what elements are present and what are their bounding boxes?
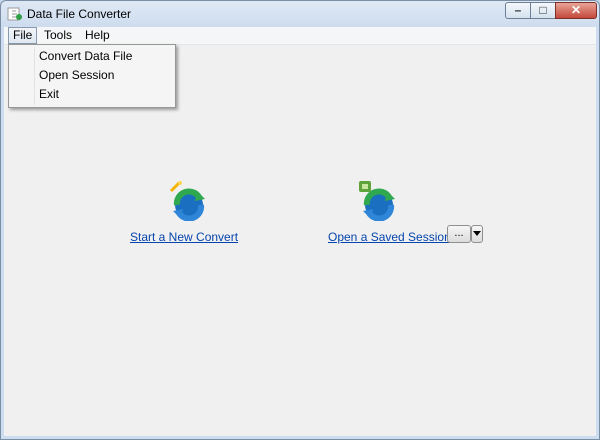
close-button[interactable]: ✕	[555, 2, 597, 19]
menu-gutter	[34, 47, 35, 105]
new-convert-icon[interactable]	[167, 181, 211, 221]
window-title: Data File Converter	[27, 7, 132, 21]
menu-item-convert-data-file[interactable]: Convert Data File	[39, 49, 132, 63]
menu-file[interactable]: File	[8, 27, 38, 44]
chevron-down-icon	[473, 231, 481, 236]
minimize-button[interactable]: –	[505, 2, 531, 19]
menu-item-open-session[interactable]: Open Session	[39, 68, 114, 82]
maximize-button[interactable]: □	[530, 2, 556, 19]
start-new-convert-link[interactable]: Start a New Convert	[130, 230, 238, 244]
app-window: Data File Converter – □ ✕ File Tools Hel…	[0, 0, 600, 440]
menu-bar: File Tools Help	[4, 27, 596, 45]
open-saved-session-link[interactable]: Open a Saved Session	[328, 230, 451, 244]
browse-button[interactable]: ...	[447, 225, 471, 243]
open-session-icon[interactable]	[357, 181, 401, 221]
menu-tools[interactable]: Tools	[40, 27, 76, 44]
menu-help[interactable]: Help	[81, 27, 114, 44]
menu-item-exit[interactable]: Exit	[39, 87, 59, 101]
browse-dropdown-button[interactable]	[471, 225, 483, 243]
file-menu-dropdown: Convert Data File Open Session Exit	[8, 44, 176, 108]
title-bar: Data File Converter – □ ✕	[1, 1, 599, 27]
app-icon	[7, 7, 22, 21]
